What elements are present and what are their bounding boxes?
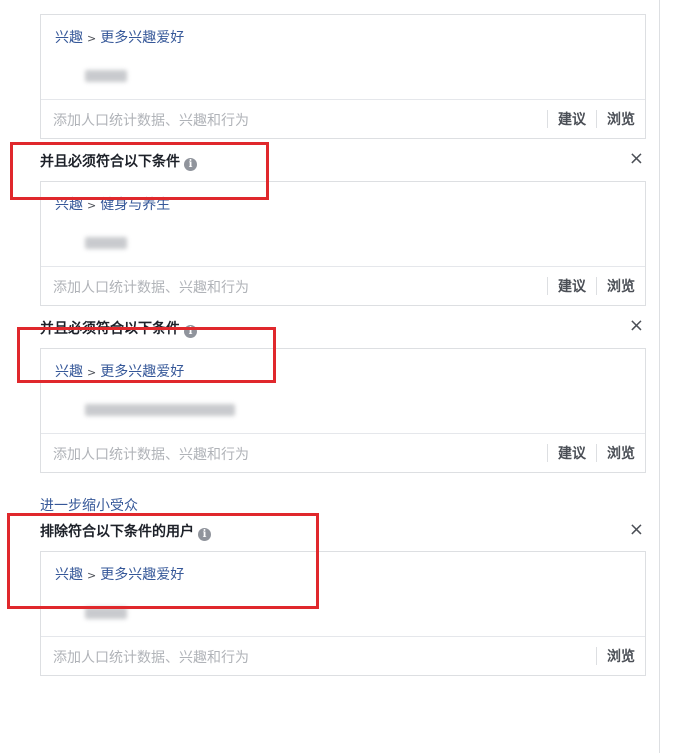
targeting-input-row: 添加人口统计数据、兴趣和行为 浏览: [41, 636, 645, 675]
browse-button[interactable]: 浏览: [597, 646, 645, 666]
targeting-input-row: 添加人口统计数据、兴趣和行为 建议 浏览: [41, 99, 645, 138]
targeting-box-1: 兴趣 > 更多兴趣爱好 添加人口统计数据、兴趣和行为 建议 浏览: [40, 14, 646, 139]
suggest-button[interactable]: 建议: [548, 443, 596, 463]
redacted-target-item: [85, 404, 235, 416]
narrow-audience-link[interactable]: 进一步缩小受众: [40, 495, 138, 515]
subcategory-label: 更多兴趣爱好: [100, 30, 185, 46]
close-icon[interactable]: ×: [629, 148, 644, 169]
targeting-input-row: 添加人口统计数据、兴趣和行为 建议 浏览: [41, 266, 645, 305]
highlight-annotation-1: [10, 142, 269, 200]
selected-targets: 兴趣 > 更多兴趣爱好: [41, 15, 645, 99]
suggest-button[interactable]: 建议: [548, 109, 596, 129]
targeting-path[interactable]: 兴趣 > 更多兴趣爱好: [55, 29, 645, 48]
browse-button[interactable]: 浏览: [597, 443, 645, 463]
targeting-search-input[interactable]: 添加人口统计数据、兴趣和行为: [53, 647, 249, 667]
category-label: 兴趣: [55, 30, 83, 46]
close-icon[interactable]: ×: [629, 519, 644, 540]
targeting-input-row: 添加人口统计数据、兴趣和行为 建议 浏览: [41, 433, 645, 472]
browse-button[interactable]: 浏览: [597, 109, 645, 129]
targeting-search-input[interactable]: 添加人口统计数据、兴趣和行为: [53, 277, 249, 297]
targeting-actions: 建议 浏览: [547, 434, 645, 472]
redacted-target-item: [85, 237, 127, 249]
highlight-annotation-3: [7, 513, 319, 609]
browse-button[interactable]: 浏览: [597, 276, 645, 296]
path-separator: >: [87, 199, 97, 212]
path-separator: >: [87, 32, 97, 45]
targeting-actions: 浏览: [596, 637, 645, 675]
targeting-actions: 建议 浏览: [547, 267, 645, 305]
redacted-target-item: [85, 70, 127, 82]
targeting-actions: 建议 浏览: [547, 100, 645, 138]
right-divider-line: [659, 0, 660, 753]
suggest-button[interactable]: 建议: [548, 276, 596, 296]
close-icon[interactable]: ×: [629, 315, 644, 336]
targeting-search-input[interactable]: 添加人口统计数据、兴趣和行为: [53, 444, 249, 464]
targeting-search-input[interactable]: 添加人口统计数据、兴趣和行为: [53, 110, 249, 130]
highlight-annotation-2: [17, 327, 276, 383]
